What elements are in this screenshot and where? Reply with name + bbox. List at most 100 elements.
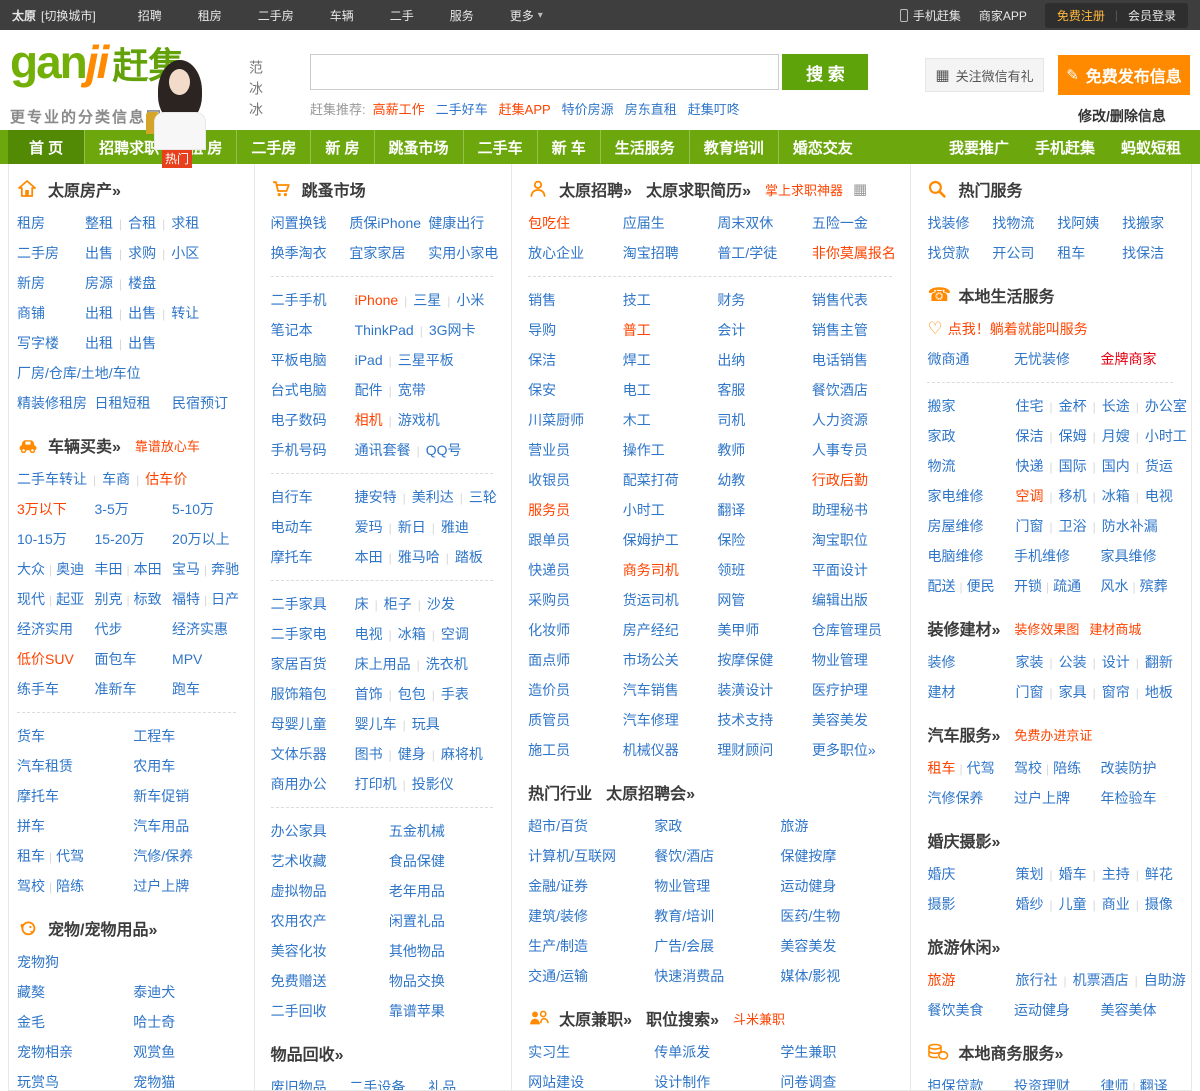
category-link[interactable]: 网站建设 [528, 1074, 584, 1090]
category-link[interactable]: 电话销售 [812, 352, 868, 368]
post-button[interactable]: ✎ 免费发布信息 [1058, 55, 1190, 95]
category-link[interactable]: 淘宝招聘 [623, 245, 679, 261]
category-link[interactable]: 移机 [1059, 488, 1087, 504]
nav-item[interactable]: 新 车 [536, 130, 600, 164]
category-link[interactable]: 计算机/互联网 [528, 848, 616, 864]
category-link[interactable]: 办公家具 [271, 823, 327, 839]
category-link[interactable]: 美容美体 [1100, 1002, 1156, 1018]
category-link[interactable]: 配菜打荷 [623, 472, 679, 488]
category-link[interactable]: 年检验车 [1100, 790, 1156, 806]
category-link[interactable]: 餐饮/酒店 [654, 848, 714, 864]
category-link[interactable]: 小时工 [623, 502, 665, 518]
category-link[interactable]: 床上用品 [355, 656, 411, 672]
category-link[interactable]: 福特 [172, 591, 200, 607]
section-title-link[interactable]: 太原求职简历» [646, 177, 751, 201]
category-link[interactable]: 质保iPhone [349, 215, 421, 231]
nav-item[interactable]: 跳蚤市场 [373, 130, 463, 164]
category-link[interactable]: 过户上牌 [133, 878, 189, 894]
section-title-link[interactable]: 本地生活服务 [958, 283, 1054, 307]
category-label-link[interactable]: 摄影 [927, 889, 1015, 919]
section-extra-link[interactable]: 掌上求职神器 [765, 180, 843, 199]
category-link[interactable]: 日产 [211, 591, 239, 607]
category-link[interactable]: 无忧装修 [1014, 351, 1070, 367]
category-link[interactable]: 农用车 [133, 758, 175, 774]
category-link[interactable]: 小米 [456, 292, 484, 308]
category-link[interactable]: 房东直租 [625, 102, 677, 117]
category-label-link[interactable]: 二手手机 [271, 285, 355, 315]
category-link[interactable]: 家具维修 [1100, 548, 1156, 564]
category-link[interactable]: 保健按摩 [780, 848, 836, 864]
category-link[interactable]: 跟单员 [528, 532, 570, 548]
category-link[interactable]: 办公室 [1145, 398, 1187, 414]
category-link[interactable]: 二手车转让 [17, 471, 87, 487]
category-link[interactable]: 二手好车 [436, 102, 488, 117]
category-link[interactable]: 施工员 [528, 742, 570, 758]
category-link[interactable]: 问卷调查 [780, 1074, 836, 1090]
category-link[interactable]: 住宅 [1015, 398, 1043, 414]
category-link[interactable]: 财务 [717, 292, 745, 308]
search-button[interactable]: 搜 索 [782, 54, 869, 90]
category-link[interactable]: 翻译 [1140, 1078, 1168, 1090]
category-link[interactable]: 家具 [1059, 684, 1087, 700]
category-link[interactable]: 找搬家 [1122, 215, 1164, 231]
section-title-link[interactable]: 物品回收» [271, 1041, 344, 1065]
section-extra-link[interactable]: 装修效果图 [1014, 619, 1079, 638]
category-link[interactable]: 雅马哈 [398, 549, 440, 565]
category-link[interactable]: 废旧物品 [271, 1079, 327, 1090]
category-link[interactable]: 赶集叮咚 [688, 102, 740, 117]
category-link[interactable]: 高薪工作 [373, 102, 425, 117]
nav-right-link[interactable]: 手机赶集 [1022, 130, 1108, 164]
category-label-link[interactable]: 建材 [927, 677, 1015, 707]
category-link[interactable]: 快递员 [528, 562, 570, 578]
category-link[interactable]: 标致 [134, 591, 162, 607]
category-link[interactable]: 精装修租房 [17, 395, 87, 411]
category-link[interactable]: 服务员 [528, 502, 570, 518]
category-link[interactable]: 准新车 [95, 681, 137, 697]
category-link[interactable]: 本田 [134, 561, 162, 577]
section-extra-link[interactable]: 靠谱放心车 [135, 436, 200, 455]
category-link[interactable]: 求购 [128, 245, 156, 261]
nav-right-link[interactable]: 蚂蚁短租 [1108, 130, 1194, 164]
category-link[interactable]: 媒体/影视 [780, 968, 840, 984]
category-link[interactable]: 人事专员 [812, 442, 868, 458]
category-link[interactable]: 美甲师 [717, 622, 759, 638]
category-link[interactable]: 货运 [1145, 458, 1173, 474]
category-link[interactable]: 闲置礼品 [389, 913, 445, 929]
section-title-link[interactable]: 婚庆摄影» [927, 828, 1000, 852]
category-link[interactable]: 领班 [717, 562, 745, 578]
category-link[interactable]: 更多职位» [812, 742, 876, 758]
category-link[interactable]: 汽车用品 [133, 818, 189, 834]
nav-home[interactable]: 首 页 [8, 130, 85, 164]
category-link[interactable]: 销售代表 [812, 292, 868, 308]
category-label-link[interactable]: 家居百货 [271, 649, 355, 679]
city-link[interactable]: 太原 [12, 7, 36, 24]
category-label-link[interactable]: 租房 [17, 208, 85, 238]
category-link[interactable]: 健康出行 [428, 215, 484, 231]
category-link[interactable]: 出售 [128, 335, 156, 351]
category-link[interactable]: 餐饮酒店 [812, 382, 868, 398]
category-link[interactable]: 练手车 [17, 681, 59, 697]
category-link[interactable]: 本田 [355, 549, 383, 565]
category-link[interactable]: 周末双休 [717, 215, 773, 231]
category-link[interactable]: 金毛 [17, 1014, 45, 1030]
category-link[interactable]: 摄像 [1145, 896, 1173, 912]
topbar-link[interactable]: 服务 [450, 9, 474, 23]
category-link[interactable]: 玩具 [412, 716, 440, 732]
category-link[interactable]: 人力资源 [812, 412, 868, 428]
category-link[interactable]: 设计 [1102, 654, 1130, 670]
category-link[interactable]: 玩赏鸟 [17, 1074, 59, 1090]
category-link[interactable]: 陪练 [56, 878, 84, 894]
category-label-link[interactable]: 摩托车 [271, 542, 355, 572]
category-label-link[interactable]: 写字楼 [17, 328, 85, 358]
category-link[interactable]: 3万以下 [17, 501, 67, 517]
category-link[interactable]: 化妆师 [528, 622, 570, 638]
category-link[interactable]: 估车价 [145, 471, 187, 487]
category-link[interactable]: 翻译 [717, 502, 745, 518]
category-link[interactable]: 电视 [355, 626, 383, 642]
category-link[interactable]: 货运司机 [623, 592, 679, 608]
category-link[interactable]: 相机 [355, 412, 383, 428]
nav-item[interactable]: 二手车 [462, 130, 537, 164]
category-link[interactable]: 别克 [95, 591, 123, 607]
category-link[interactable]: 婚车 [1059, 866, 1087, 882]
category-link[interactable]: 卫浴 [1059, 518, 1087, 534]
